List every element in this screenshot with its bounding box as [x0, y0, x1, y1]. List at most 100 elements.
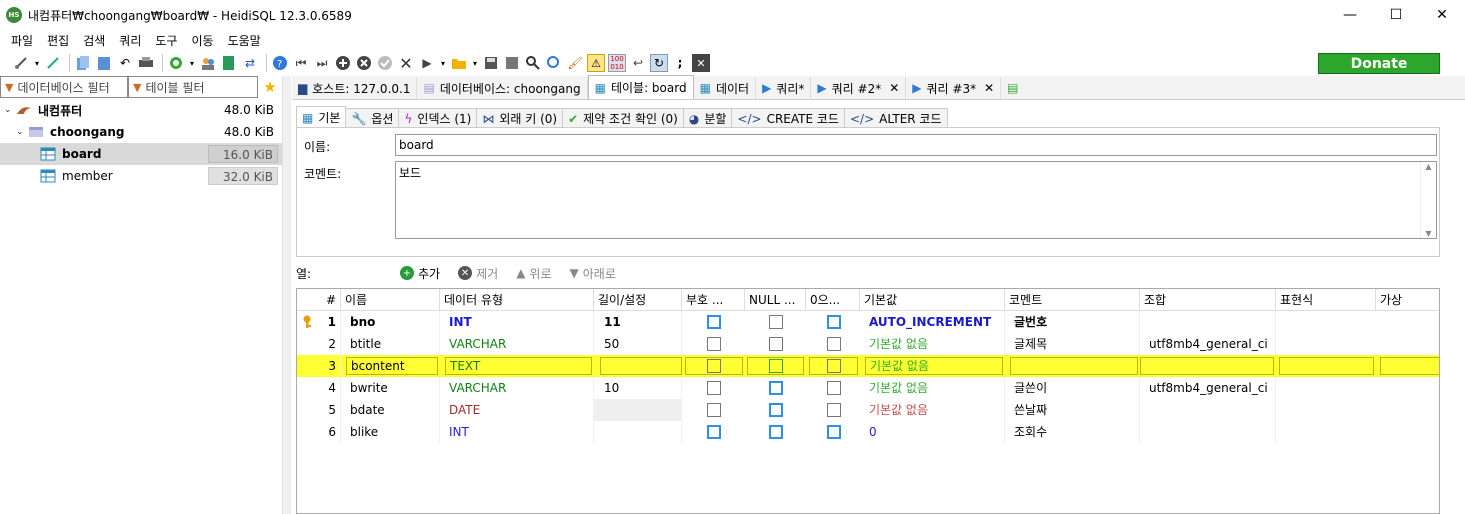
allow-null-checkbox[interactable]: [769, 315, 783, 329]
paste-icon[interactable]: [95, 54, 113, 72]
menu-file[interactable]: 파일: [4, 32, 40, 49]
panel-splitter[interactable]: [282, 76, 291, 514]
table-row[interactable]: 1 bno INT 11 AUTO_INCREMENT 글번호: [297, 311, 1439, 333]
tab-query[interactable]: ▶ 쿼리*: [756, 77, 812, 99]
unsigned-checkbox[interactable]: [707, 359, 721, 373]
cancel-icon[interactable]: ✕: [397, 54, 415, 73]
table-row[interactable]: 4 bwrite VARCHAR 10 기본값 없음 글쓴이 utf8mb4_g…: [297, 377, 1439, 399]
tab-table[interactable]: ▦ 테이블: board: [587, 75, 694, 99]
export-icon[interactable]: [220, 54, 238, 72]
table-row[interactable]: 2 btitle VARCHAR 50 기본값 없음 글제목 utf8mb4_g…: [297, 333, 1439, 355]
header-length[interactable]: 길이/설정: [594, 289, 682, 311]
unsigned-checkbox[interactable]: [707, 315, 721, 329]
database-filter-input[interactable]: ▼ 데이터베이스 필터: [0, 76, 128, 98]
table-row[interactable]: 5 bdate DATE 기본값 없음 쓴날짜: [297, 399, 1439, 421]
tree-node-server[interactable]: ⌄ 내컴퓨터 48.0 KiB: [0, 99, 282, 121]
tab-query-3[interactable]: ▶ 쿼리 #3* ✕: [906, 77, 1002, 99]
zerofill-checkbox[interactable]: [827, 359, 841, 373]
header-comment[interactable]: 코멘트: [1005, 289, 1140, 311]
table-row[interactable]: 6 blike INT 0 조회수: [297, 421, 1439, 443]
tab-query-2[interactable]: ▶ 쿼리 #2* ✕: [811, 77, 907, 99]
format-icon[interactable]: 🖌: [566, 54, 584, 72]
insert-row-icon[interactable]: [334, 54, 352, 72]
dropdown-arrow-icon[interactable]: ▾: [188, 54, 196, 72]
tab-database[interactable]: ▤ 데이터베이스: choongang: [417, 77, 588, 99]
chevron-down-icon[interactable]: ⌄: [16, 127, 28, 137]
zerofill-checkbox[interactable]: [827, 315, 841, 329]
disconnect-icon[interactable]: [44, 54, 62, 72]
autoupdate-icon[interactable]: ↻: [650, 54, 668, 72]
table-row-selected[interactable]: 3 bcontent TEXT 기본값 없음: [297, 355, 1439, 377]
scrollbar[interactable]: ▲ ▼: [1420, 162, 1436, 238]
users-icon[interactable]: [199, 54, 217, 72]
close-icon[interactable]: ✕: [984, 81, 994, 95]
header-allow-null[interactable]: NULL ...: [745, 289, 806, 311]
scroll-up-icon[interactable]: ▲: [1425, 162, 1431, 171]
binary-icon[interactable]: 100 010: [608, 54, 626, 72]
chevron-down-icon[interactable]: ⌄: [4, 105, 16, 115]
move-down-button[interactable]: ▼ 아래로: [570, 265, 616, 282]
unsigned-checkbox[interactable]: [707, 403, 721, 417]
maximize-button[interactable]: ☐: [1373, 0, 1419, 30]
find-icon[interactable]: [524, 54, 542, 72]
help-icon[interactable]: ?: [271, 54, 289, 72]
close-button[interactable]: ✕: [1419, 0, 1465, 30]
print-icon[interactable]: [137, 54, 155, 72]
scroll-down-icon[interactable]: ▼: [1425, 229, 1431, 238]
tab-check-constraints[interactable]: ✔ 제약 조건 확인 (0): [562, 108, 684, 128]
add-column-button[interactable]: + 추가: [400, 265, 440, 282]
dropdown-arrow-icon[interactable]: ▾: [439, 54, 447, 72]
dropdown-arrow-icon[interactable]: ▾: [33, 54, 41, 72]
menu-search[interactable]: 검색: [76, 32, 112, 49]
wrap-icon[interactable]: ↩: [629, 54, 647, 72]
allow-null-checkbox[interactable]: [769, 381, 783, 395]
move-up-button[interactable]: ▲ 위로: [516, 265, 551, 282]
header-expression[interactable]: 표현식: [1276, 289, 1376, 311]
undo-icon[interactable]: ↶: [116, 54, 134, 72]
menu-query[interactable]: 쿼리: [112, 32, 148, 49]
tree-node-table-board[interactable]: board 16.0 KiB: [0, 143, 282, 165]
menu-tools[interactable]: 도구: [148, 32, 184, 49]
menu-goto[interactable]: 이동: [184, 32, 220, 49]
unsigned-checkbox[interactable]: [707, 425, 721, 439]
last-record-icon[interactable]: ⏭: [313, 54, 331, 72]
dropdown-arrow-icon[interactable]: ▾: [471, 54, 479, 72]
delete-row-icon[interactable]: [355, 54, 373, 72]
tab-create-code[interactable]: </> CREATE 코드: [731, 108, 845, 128]
tab-data[interactable]: ▦ 데이터: [694, 77, 757, 99]
replace-icon[interactable]: [545, 54, 563, 72]
header-name[interactable]: 이름: [341, 289, 440, 311]
tree-node-database[interactable]: ⌄ choongang 48.0 KiB: [0, 121, 282, 143]
header-virtuality[interactable]: 가상: [1376, 289, 1439, 311]
zerofill-checkbox[interactable]: [827, 337, 841, 351]
favorites-star-icon[interactable]: ★: [258, 76, 282, 98]
tab-alter-code[interactable]: </> ALTER 코드: [843, 108, 948, 128]
save-icon[interactable]: [482, 54, 500, 72]
save-blob-icon[interactable]: [503, 54, 521, 72]
header-default[interactable]: 기본값: [860, 289, 1005, 311]
header-unsigned[interactable]: 부호 ...: [682, 289, 745, 311]
comment-textarea[interactable]: 보드 ▲ ▼: [395, 161, 1437, 239]
tab-indexes[interactable]: ϟ 인덱스 (1): [398, 108, 478, 128]
tab-basic[interactable]: ▦ 기본: [296, 106, 347, 128]
warnings-icon[interactable]: ⚠: [587, 54, 605, 72]
tab-foreign-keys[interactable]: ⋈ 외래 키 (0): [476, 108, 564, 128]
allow-null-checkbox[interactable]: [769, 337, 783, 351]
connect-icon[interactable]: [12, 54, 30, 72]
copy-icon[interactable]: [74, 54, 92, 72]
header-number[interactable]: #: [297, 289, 341, 311]
menu-edit[interactable]: 편집: [40, 32, 76, 49]
folder-icon[interactable]: [450, 54, 468, 72]
header-collation[interactable]: 조합: [1140, 289, 1276, 311]
zerofill-checkbox[interactable]: [827, 381, 841, 395]
refresh-icon[interactable]: [167, 54, 185, 72]
minimize-button[interactable]: —: [1327, 0, 1373, 30]
new-query-tab-button[interactable]: ▤: [1001, 77, 1024, 99]
allow-null-checkbox[interactable]: [769, 403, 783, 417]
allow-null-checkbox[interactable]: [769, 359, 783, 373]
unsigned-checkbox[interactable]: [707, 337, 721, 351]
first-record-icon[interactable]: ⏮: [292, 54, 310, 72]
zerofill-checkbox[interactable]: [827, 403, 841, 417]
tab-host[interactable]: ▆ 호스트: 127.0.0.1: [292, 77, 418, 99]
execute-icon[interactable]: ▶: [418, 54, 436, 72]
